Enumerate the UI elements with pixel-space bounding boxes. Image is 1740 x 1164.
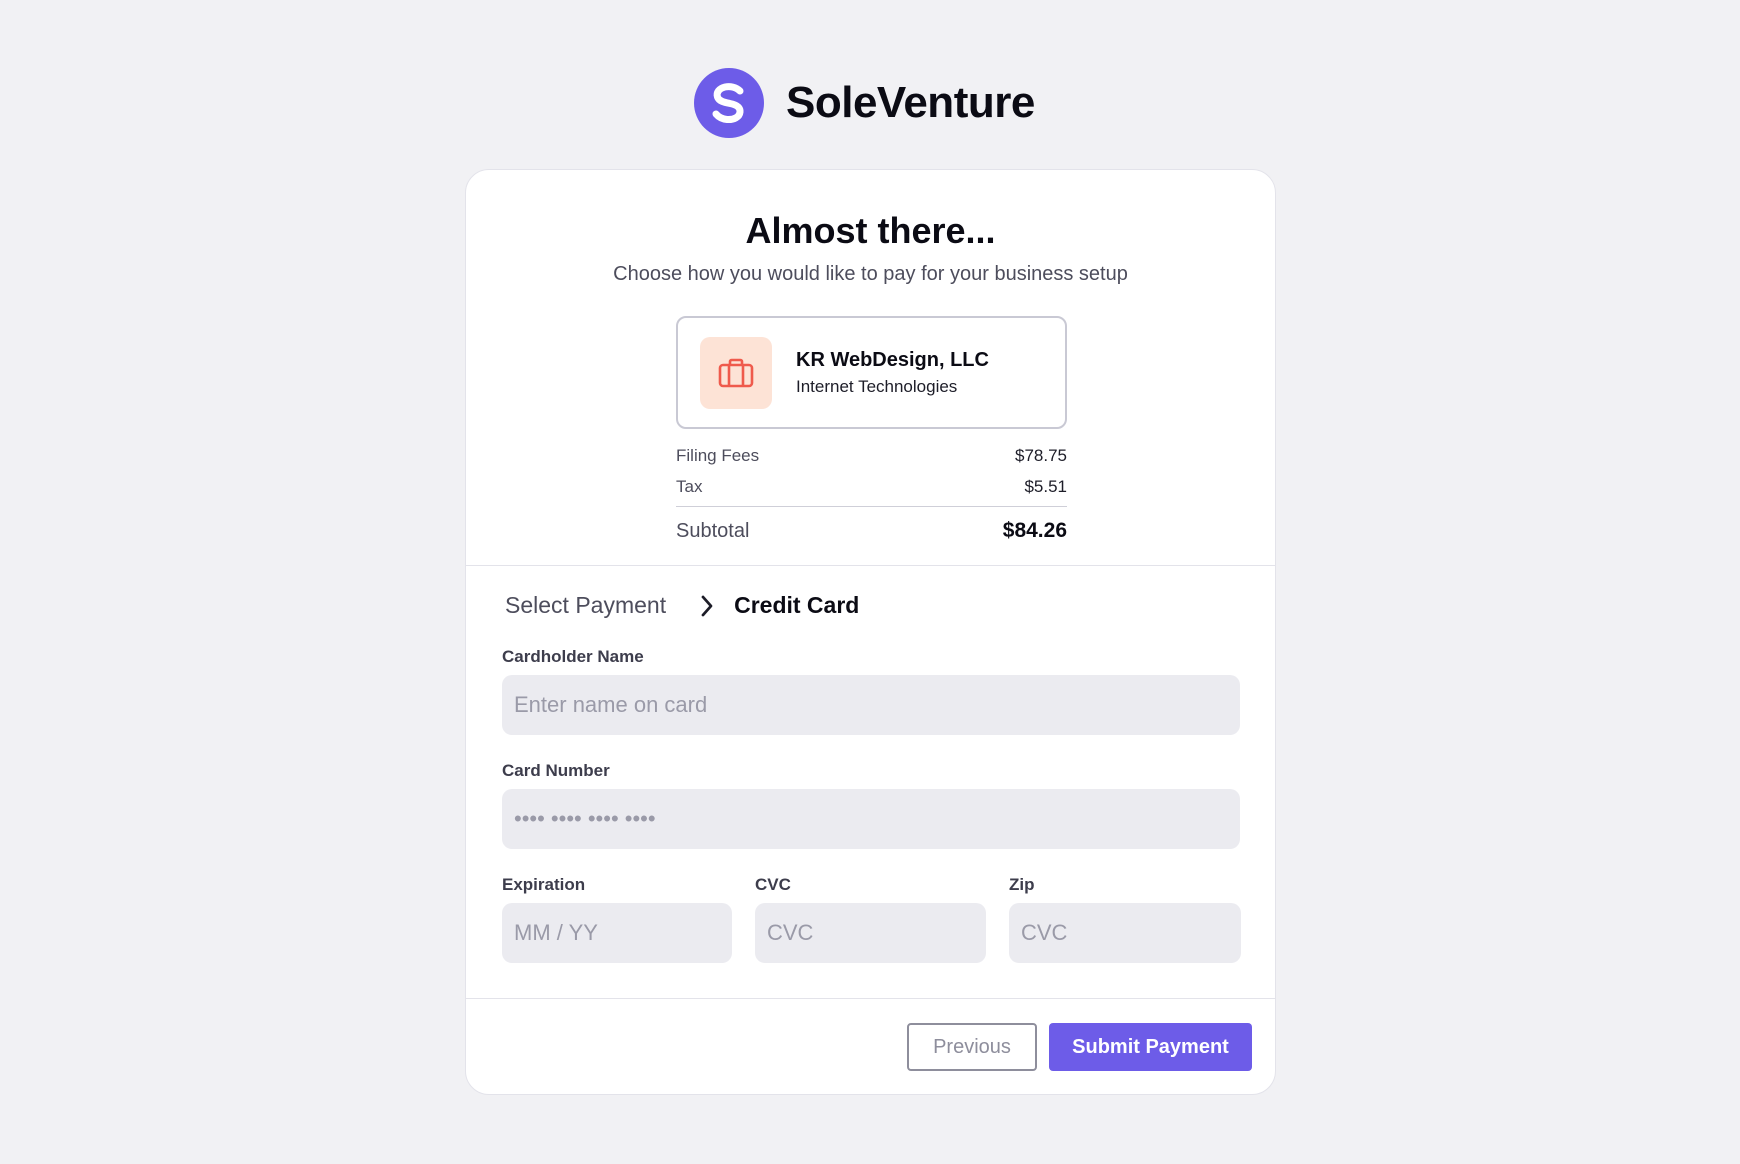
breadcrumb: Select Payment Credit Card <box>505 592 859 619</box>
briefcase-icon <box>700 336 772 409</box>
cardholder-name-input[interactable] <box>502 675 1240 735</box>
cardholder-name-label: Cardholder Name <box>502 647 644 666</box>
brand-name: SoleVenture <box>786 78 1035 127</box>
filing-fees-amount: $78.75 <box>1015 446 1067 465</box>
business-name: KR WebDesign, LLC <box>796 348 989 371</box>
subtotal-label: Subtotal <box>676 520 750 542</box>
logo-s-icon <box>712 83 744 124</box>
payment-card: Almost there... Choose how you would lik… <box>465 169 1276 1095</box>
card-number-input[interactable] <box>502 789 1240 849</box>
submit-payment-button[interactable]: Submit Payment <box>1049 1023 1252 1071</box>
expiration-input[interactable] <box>502 903 732 963</box>
form-divider <box>466 998 1275 999</box>
filing-fees-row: Filing Fees $78.75 <box>676 446 1067 466</box>
brand-header: SoleVenture <box>694 68 1035 138</box>
breadcrumb-credit-card: Credit Card <box>734 592 860 618</box>
brand-logo <box>694 68 764 138</box>
previous-button[interactable]: Previous <box>907 1023 1037 1071</box>
tax-amount: $5.51 <box>1024 477 1067 496</box>
chevron-right-icon <box>700 594 714 618</box>
filing-fees-label: Filing Fees <box>676 446 760 465</box>
zip-input[interactable] <box>1009 903 1241 963</box>
business-summary: KR WebDesign, LLC Internet Technologies <box>676 316 1067 429</box>
business-industry: Internet Technologies <box>796 376 958 396</box>
subtotal-amount: $84.26 <box>1002 519 1067 542</box>
page-subtitle: Choose how you would like to pay for you… <box>613 263 1128 285</box>
page-title: Almost there... <box>745 210 996 251</box>
zip-label: Zip <box>1009 875 1035 894</box>
expiration-label: Expiration <box>502 875 586 894</box>
breadcrumb-select-payment[interactable]: Select Payment <box>505 592 666 619</box>
cvc-input[interactable] <box>755 903 986 963</box>
tax-row: Tax $5.51 <box>676 477 1067 497</box>
cvc-label: CVC <box>755 875 791 894</box>
tax-label: Tax <box>676 477 703 496</box>
card-number-label: Card Number <box>502 761 610 780</box>
business-text: KR WebDesign, LLC Internet Technologies <box>796 347 989 399</box>
subtotal-row: Subtotal $84.26 <box>676 519 1067 543</box>
summary-divider <box>466 565 1275 566</box>
fees-divider <box>676 506 1067 507</box>
